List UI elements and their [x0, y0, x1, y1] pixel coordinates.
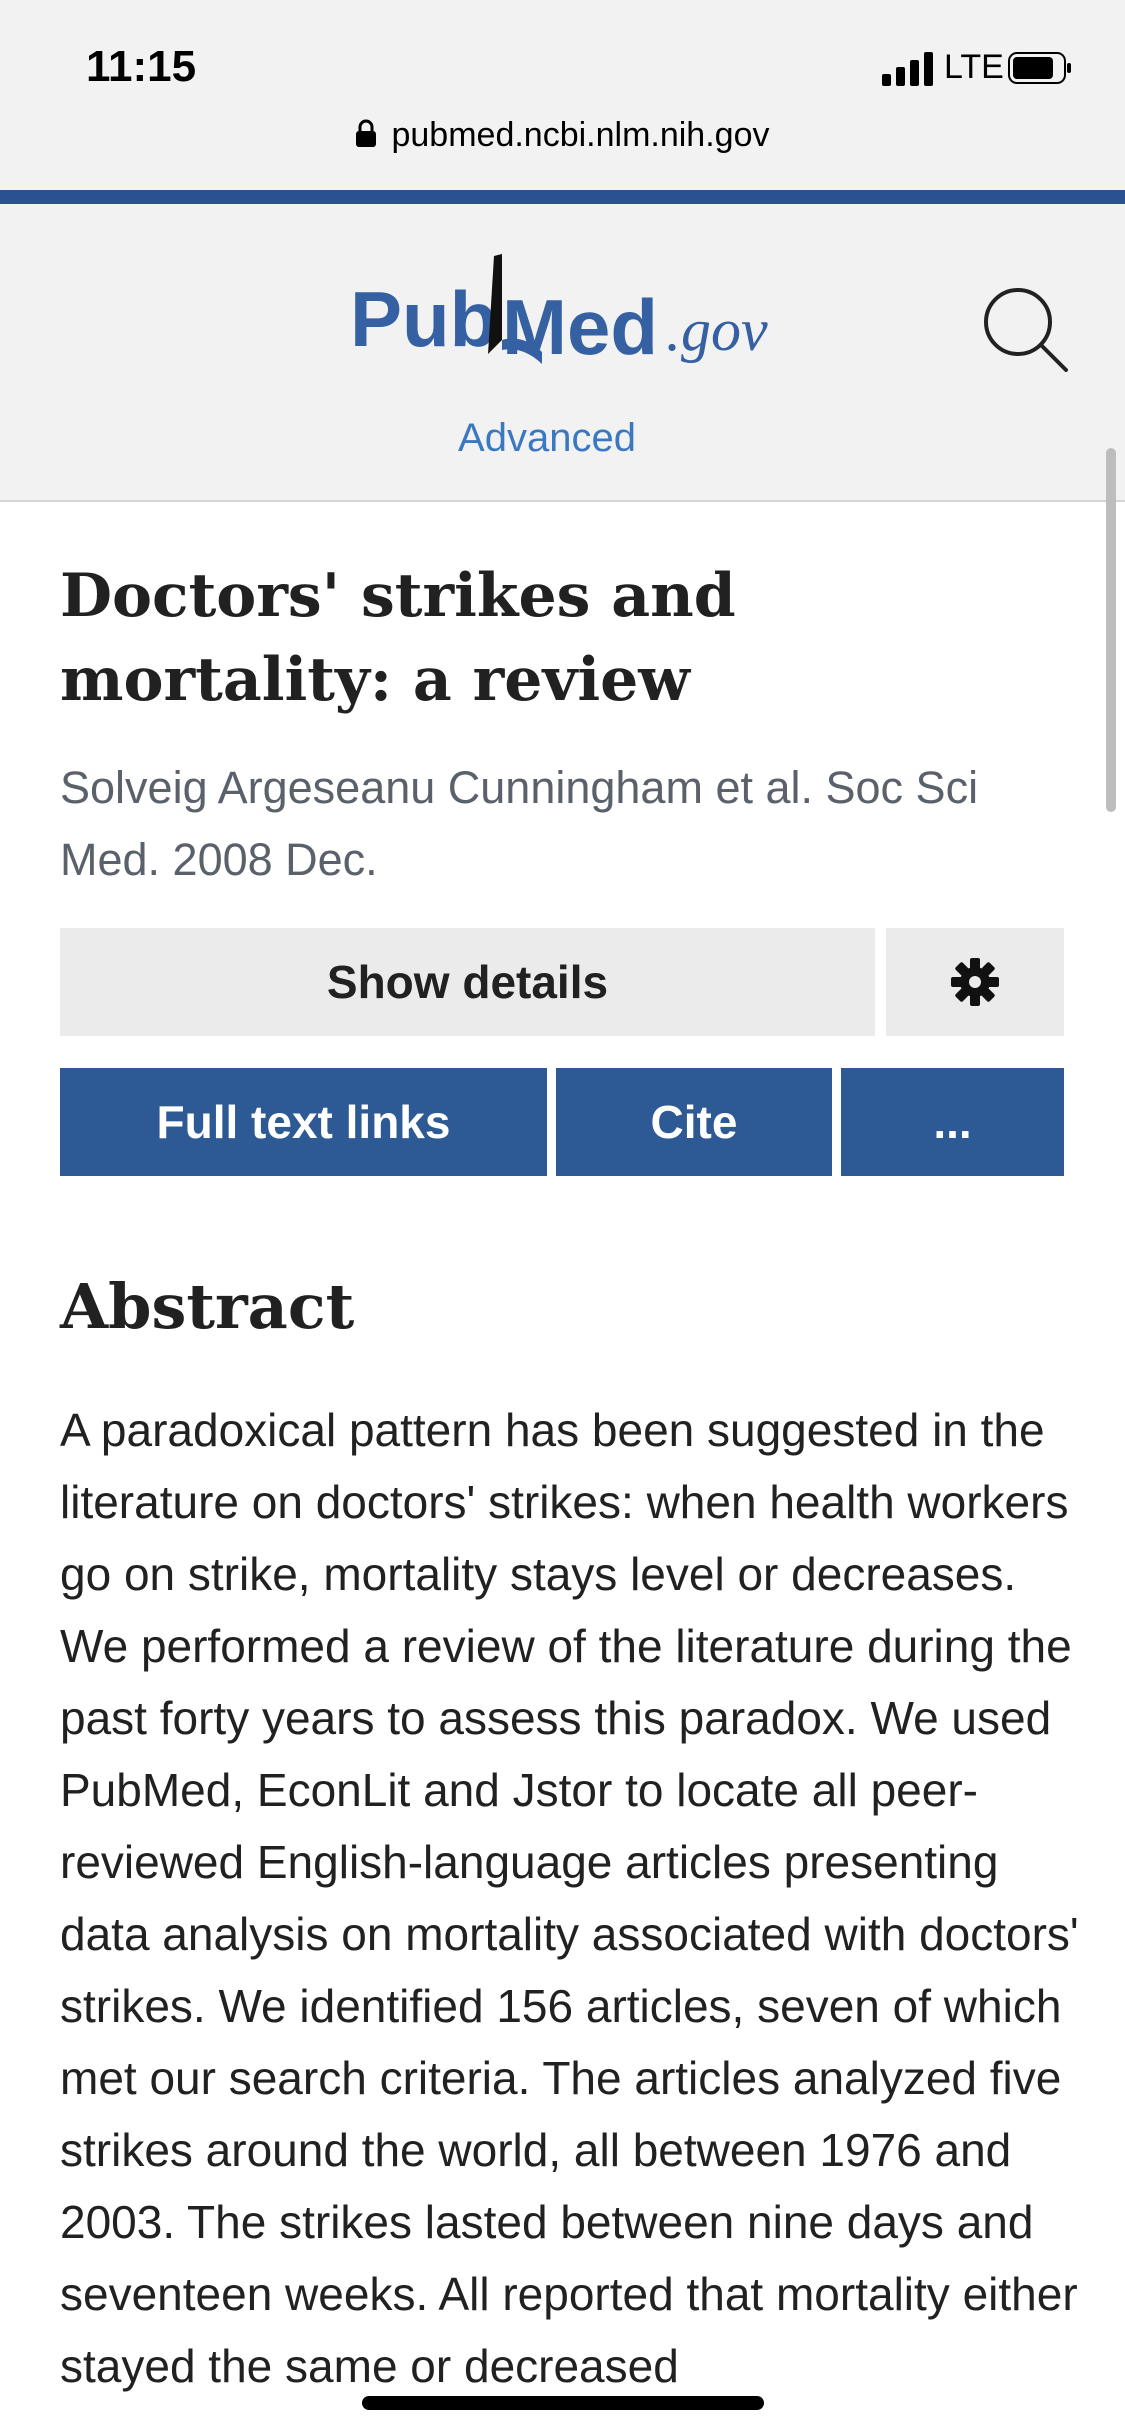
scrollbar[interactable]: [1106, 448, 1116, 812]
status-time: 11:15: [86, 42, 197, 91]
logo-gov: .gov: [666, 297, 768, 363]
display-options-button[interactable]: [886, 928, 1064, 1036]
full-text-links-button[interactable]: Full text links: [60, 1068, 547, 1176]
gear-icon: [951, 958, 999, 1006]
show-details-button[interactable]: Show details: [60, 928, 875, 1036]
network-type: LTE: [944, 48, 1004, 86]
pubmed-logo[interactable]: Pub Med .gov: [350, 254, 780, 374]
show-details-label: Show details: [326, 956, 609, 1008]
logo-med: Med: [502, 283, 658, 371]
cite-button[interactable]: Cite: [556, 1068, 832, 1176]
site-header: Pub Med .gov Advanced: [0, 204, 1125, 502]
address-bar[interactable]: pubmed.ncbi.nlm.nih.gov: [0, 116, 1125, 155]
search-icon[interactable]: [980, 284, 1070, 374]
signal-icon: [882, 52, 933, 86]
article-authors: Solveig Argeseanu Cunningham et al. Soc …: [60, 762, 979, 885]
cite-label: Cite: [650, 1096, 738, 1148]
battery-icon: [1008, 52, 1071, 84]
abstract-text: A paradoxical pattern has been suggested…: [60, 1404, 1079, 2392]
abstract-heading: Abstract: [60, 1270, 355, 1343]
more-actions-label: ...: [933, 1096, 972, 1148]
article-title: Doctors' strikes and mortality: a review: [60, 561, 736, 715]
url-text: pubmed.ncbi.nlm.nih.gov: [391, 116, 770, 154]
advanced-search-link[interactable]: Advanced: [0, 416, 1094, 461]
full-text-links-label: Full text links: [156, 1096, 451, 1148]
lock-icon: [356, 119, 377, 147]
home-indicator[interactable]: [362, 2396, 764, 2410]
accent-divider: [0, 190, 1125, 204]
more-actions-button[interactable]: ...: [841, 1068, 1064, 1176]
status-bar: 11:15 LTE pubmed.ncbi.nlm.nih.gov: [0, 0, 1125, 190]
